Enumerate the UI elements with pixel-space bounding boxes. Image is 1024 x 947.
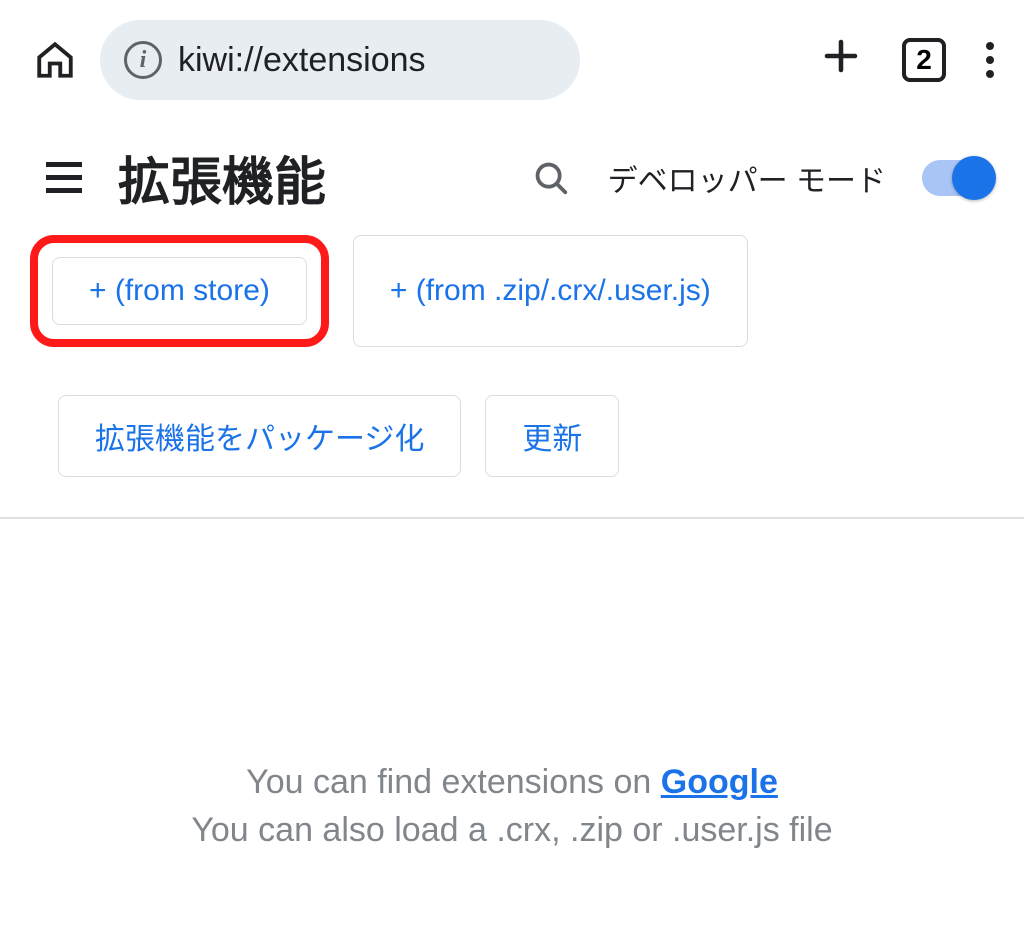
home-button[interactable]	[30, 35, 80, 85]
menu-button[interactable]	[986, 42, 994, 78]
developer-mode-toggle[interactable]	[922, 160, 994, 196]
plus-icon	[820, 35, 862, 77]
page-title: 拡張機能	[118, 140, 326, 215]
search-icon	[532, 159, 570, 197]
menu-toggle-button[interactable]	[30, 150, 98, 205]
google-link[interactable]: Google	[661, 763, 778, 801]
info-icon: i	[124, 41, 162, 79]
page-toolbar: 拡張機能 デベロッパー モード	[0, 120, 1024, 225]
update-button[interactable]: 更新	[485, 395, 619, 477]
browser-actions: 2	[820, 31, 994, 89]
empty-line1-text: You can find extensions on	[246, 763, 661, 801]
pack-extension-button[interactable]: 拡張機能をパッケージ化	[58, 395, 461, 477]
developer-mode-label: デベロッパー モード	[608, 156, 886, 200]
home-icon	[34, 39, 76, 81]
highlight-annotation: + (from store)	[30, 235, 329, 347]
url-text: kiwi://extensions	[178, 41, 426, 80]
tab-switcher-button[interactable]: 2	[902, 38, 946, 82]
address-bar[interactable]: i kiwi://extensions	[100, 20, 580, 100]
search-button[interactable]	[532, 159, 570, 197]
toggle-knob	[952, 156, 996, 200]
empty-state: You can find extensions on Google You ca…	[0, 759, 1024, 854]
hamburger-icon	[46, 162, 82, 167]
new-tab-button[interactable]	[820, 31, 862, 89]
add-from-file-button[interactable]: + (from .zip/.crx/.user.js)	[353, 235, 748, 347]
actions-panel: + (from store) + (from .zip/.crx/.user.j…	[0, 225, 1024, 507]
browser-top-bar: i kiwi://extensions 2	[0, 0, 1024, 120]
empty-line2: You can also load a .crx, .zip or .user.…	[0, 807, 1024, 855]
empty-line1: You can find extensions on Google	[0, 759, 1024, 807]
dots-icon	[986, 42, 994, 50]
tab-count-value: 2	[916, 44, 932, 76]
add-from-store-button[interactable]: + (from store)	[52, 257, 307, 325]
separator	[0, 517, 1024, 519]
